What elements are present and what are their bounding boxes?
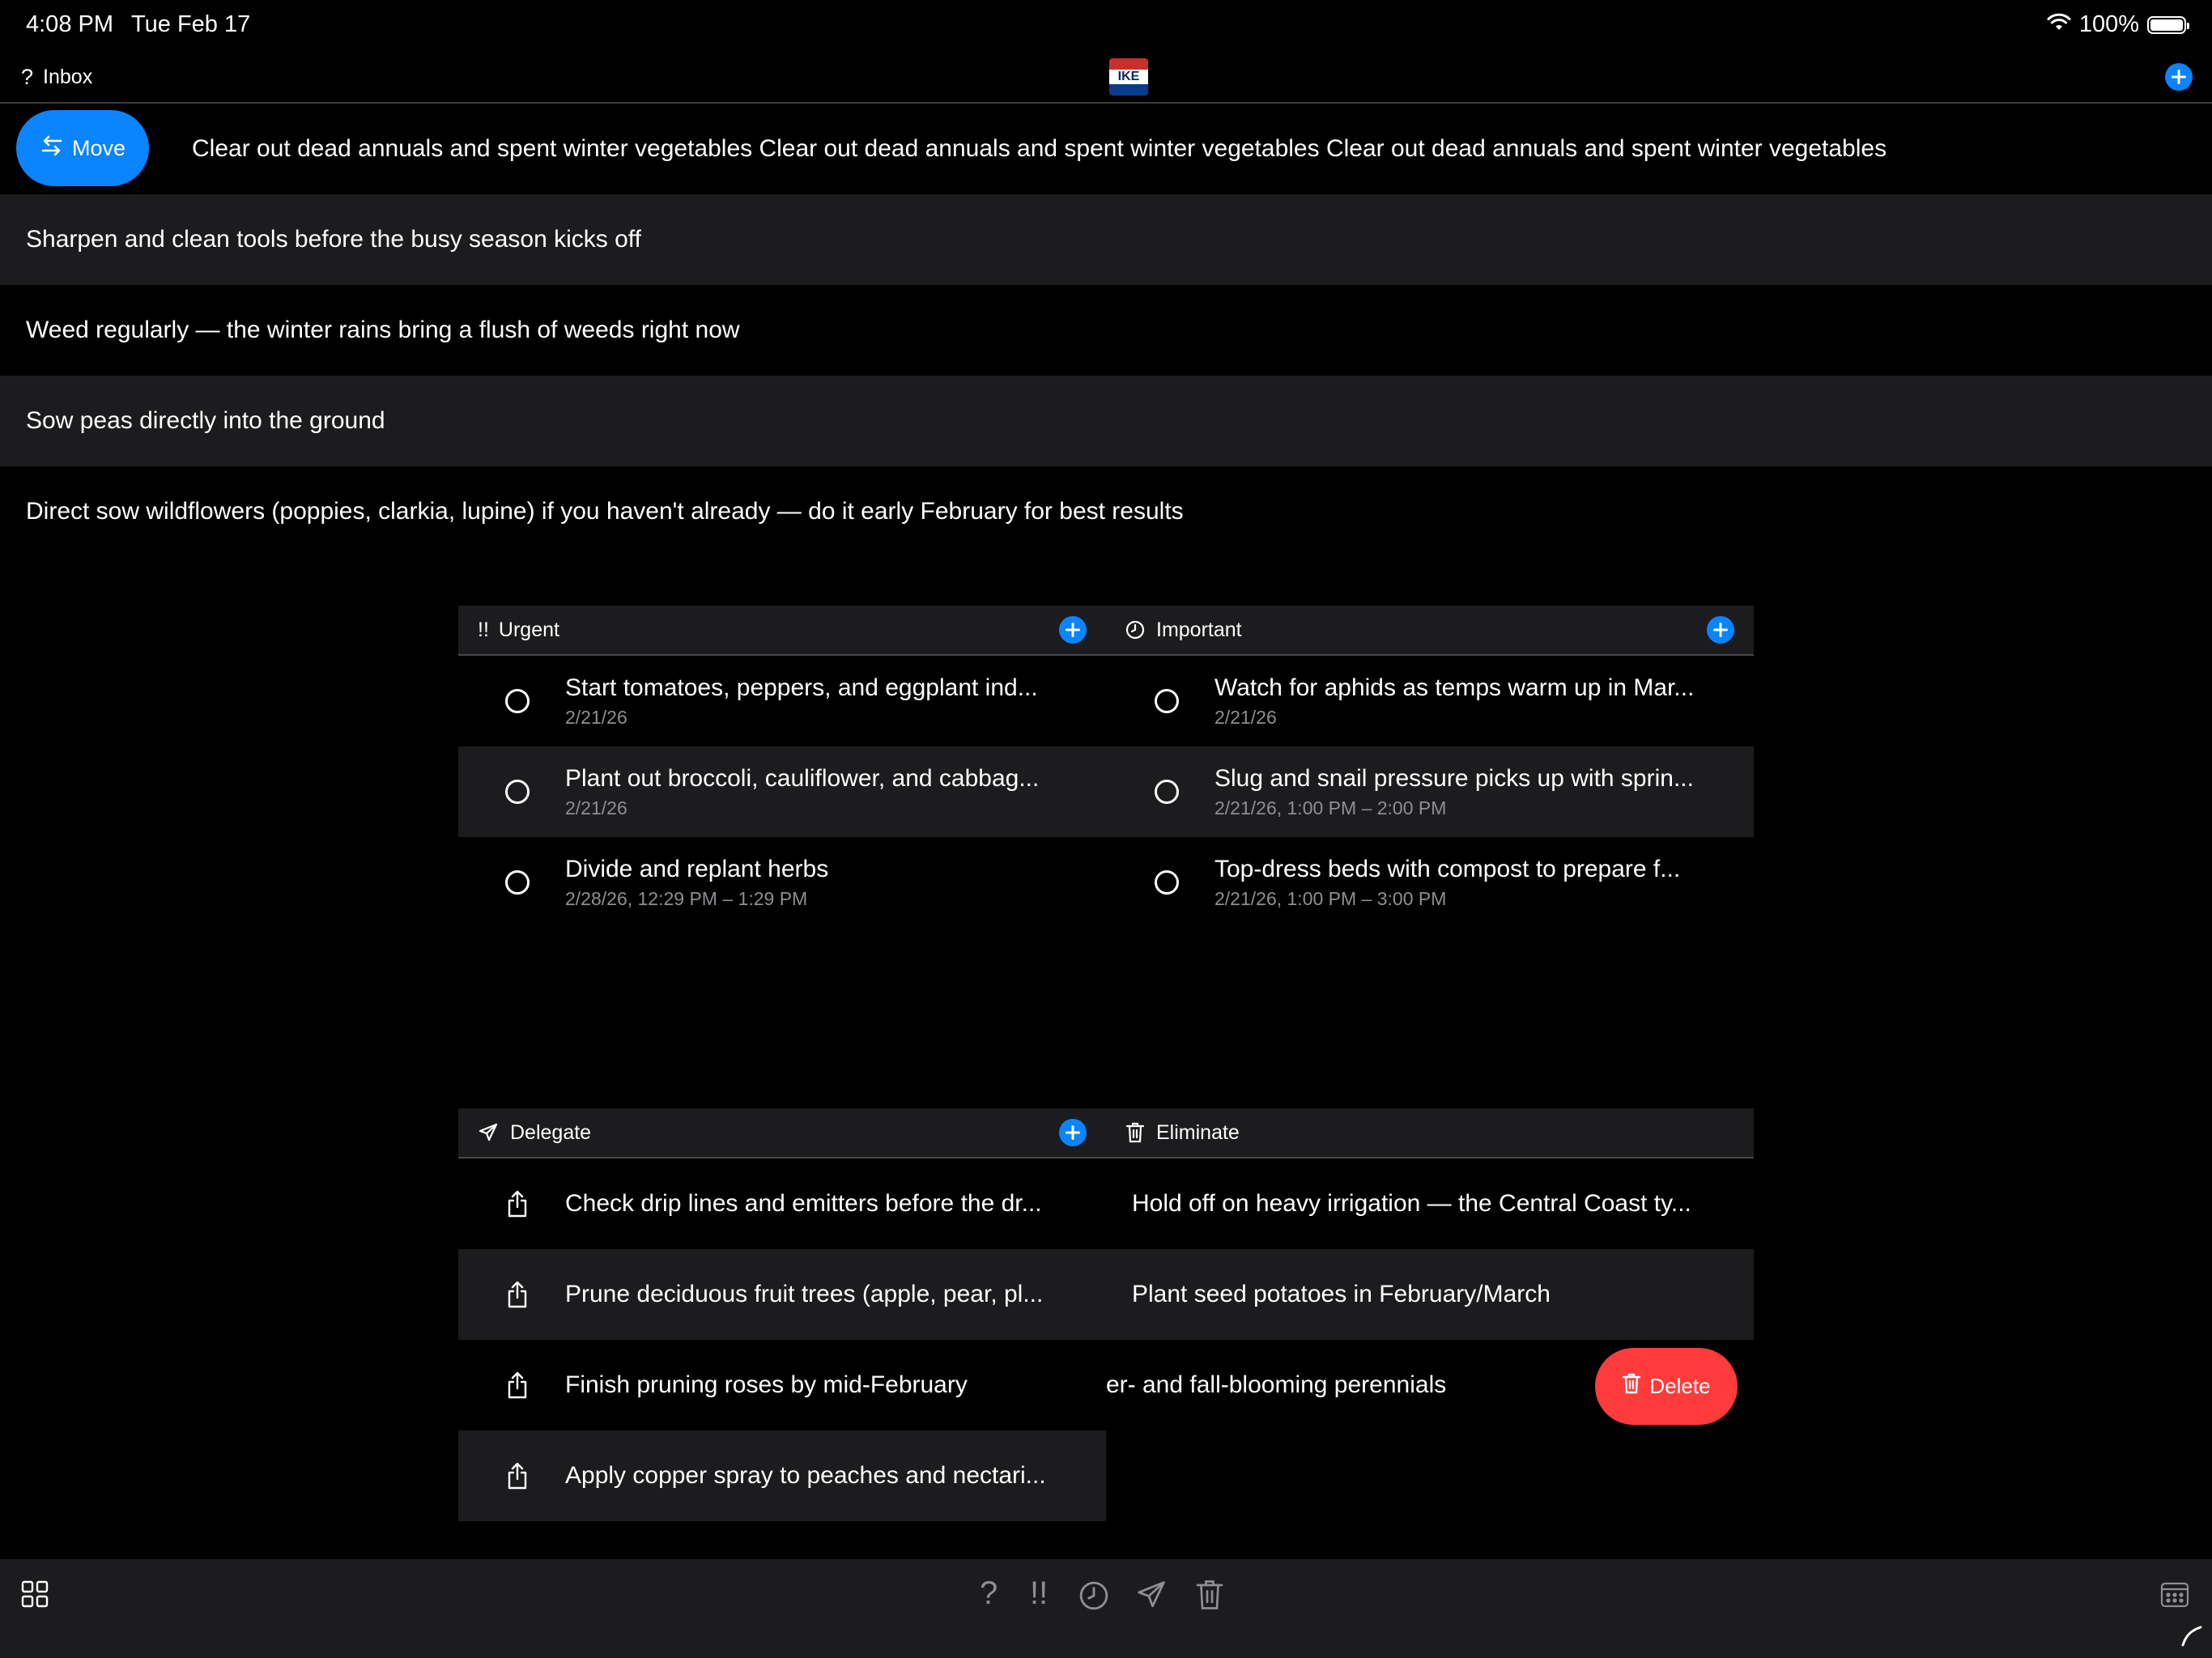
delegate-quadrant: Delegate Check drip lines and emitters b… [458,1108,1106,1521]
trash-icon [1125,1122,1145,1143]
task-row[interactable]: Finish pruning roses by mid-February [458,1340,1106,1431]
task-row[interactable]: Apply copper spray to peaches and nectar… [458,1431,1106,1521]
battery-percent: 100% [2078,11,2139,37]
clock-icon [1125,620,1145,640]
bottom-toolbar: ? !! [0,1559,2212,1658]
inbox-item[interactable]: Clear out dead annuals and spent winter … [0,104,2212,194]
task-row[interactable]: Check drip lines and emitters before the… [458,1158,1106,1249]
add-delegate-button[interactable] [1059,1119,1087,1146]
urgent-tab-exclamation-icon[interactable]: !! [1030,1575,1048,1612]
share-icon[interactable] [505,1371,530,1400]
inbox-tab-question-icon[interactable]: ? [980,1575,998,1612]
checkbox-circle[interactable] [505,689,530,713]
status-date: Tue Feb 17 [131,11,251,37]
trash-icon [1622,1373,1641,1400]
checkbox-circle[interactable] [505,870,530,895]
delegate-title: Delegate [510,1120,592,1144]
urgent-quadrant: !! Urgent Start tomatoes, peppers, and e… [458,606,1106,928]
paper-plane-icon [478,1122,499,1143]
checkbox-circle[interactable] [1155,870,1179,895]
important-title: Important [1156,618,1242,641]
checkbox-circle[interactable] [1155,689,1179,713]
swap-arrows-icon [40,134,64,164]
pencil-handle-icon [2180,1624,2202,1647]
app-logo: IKE [1109,58,1148,96]
task-row[interactable]: Prune deciduous fruit trees (apple, pear… [458,1249,1106,1340]
add-inbox-button[interactable] [2165,63,2193,91]
delegate-header: Delegate [458,1108,1106,1158]
task-row[interactable]: Plant out broccoli, cauliflower, and cab… [458,746,1106,837]
share-icon[interactable] [505,1461,530,1490]
urgent-header: !! Urgent [458,606,1106,656]
delegate-tab-paper-plane-icon[interactable] [1135,1579,1168,1611]
important-tab-clock-icon[interactable] [1078,1580,1109,1611]
eliminate-header: Eliminate [1106,1108,1754,1158]
inbox-nav-label: Inbox [43,66,93,88]
calendar-icon[interactable] [2160,1580,2189,1608]
task-row[interactable]: Hold off on heavy irrigation — the Centr… [1106,1158,1754,1249]
task-row[interactable]: Watch for aphids as temps warm up in Mar… [1106,656,1754,746]
task-row[interactable]: Slug and snail pressure picks up with sp… [1106,746,1754,837]
task-row[interactable]: Start tomatoes, peppers, and eggplant in… [458,656,1106,746]
important-quadrant: Important Watch for aphids as temps warm… [1106,606,1754,928]
battery-icon [2147,15,2189,34]
inbox-item[interactable]: Direct sow wildflowers (poppies, clarkia… [0,466,2212,557]
inbox-nav-button[interactable]: ? Inbox [21,65,92,90]
inbox-item[interactable]: Sow peas directly into the ground [0,376,2212,466]
checkbox-circle[interactable] [505,780,530,804]
status-indicators: 100% [2047,11,2189,38]
wifi-icon [2047,11,2071,38]
grid-icon[interactable] [21,1580,49,1608]
share-icon[interactable] [505,1189,530,1218]
move-button[interactable]: Move [16,110,149,186]
delete-label: Delete [1649,1374,1711,1398]
delete-button[interactable]: Delete [1595,1348,1738,1425]
share-icon[interactable] [505,1280,530,1309]
add-urgent-button[interactable] [1059,616,1087,644]
status-time: 4:08 PM [26,11,113,37]
plus-icon [2165,63,2193,91]
task-row[interactable]: Top-dress beds with compost to prepare f… [1106,837,1754,928]
important-header: Important [1106,606,1754,656]
checkbox-circle[interactable] [1155,780,1179,804]
eliminate-title: Eliminate [1156,1120,1240,1144]
task-row[interactable]: Divide and replant herbs 2/28/26, 12:29 P… [458,837,1106,928]
inbox-item[interactable]: Weed regularly — the winter rains bring … [0,285,2212,376]
eliminate-tab-trash-icon[interactable] [1195,1579,1224,1611]
add-important-button[interactable] [1707,616,1734,644]
question-icon: ? [21,65,34,89]
task-row[interactable]: Plant seed potatoes in February/March [1106,1249,1754,1340]
urgent-title: Urgent [498,618,559,641]
exclamation-icon: !! [478,618,489,641]
inbox-item[interactable]: Sharpen and clean tools before the busy … [0,194,2212,285]
move-label: Move [71,135,126,160]
